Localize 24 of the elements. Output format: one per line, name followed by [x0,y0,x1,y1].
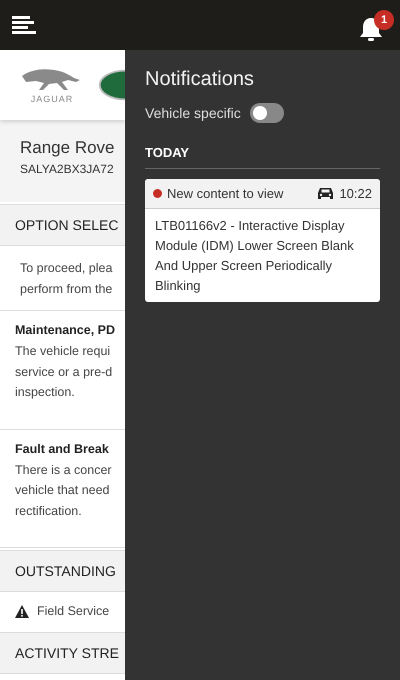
panel-title: Notifications [145,68,255,91]
vehicle-specific-toggle[interactable] [250,103,284,123]
warning-text: Field Service [37,604,110,618]
section-header[interactable]: ACTIVITY STRE [0,632,125,674]
section-header[interactable]: OUTSTANDING [0,550,125,592]
option-description: The vehicle requi service or a pre-d inspection. [15,343,114,401]
option-description: There is a concer vehicle that need rectification. [15,462,113,520]
notification-text: LTB01166v2 - Interactive Display Module (IDM) Lower Screen Blank And Upper Screen Periodically Blinking [154,217,355,295]
group-label: TODAY [145,145,380,169]
option-title[interactable]: Maintenance, PD [15,323,125,337]
option-title[interactable]: Fault and Break [15,442,125,456]
notification-time: 10:22 [339,186,372,201]
menu-icon[interactable] [12,16,37,34]
notification-badge: 1 [374,10,394,30]
notification-status: New content to view [167,186,284,201]
vehicle-vin: SALYA2BX3JA72 [20,162,115,176]
notification-card[interactable]: New content to view 10:22 LTB01166v2 - Interactive Display Module (IDM) Lower Screen Blank And Upper Screen Periodically Blinking [145,179,380,302]
warning-icon [15,604,29,618]
oval-logo-icon [98,68,125,102]
toggle-label: Vehicle specific [145,105,241,121]
brand-wordmark: JAGUAR [30,94,74,104]
vehicle-model: Range Rove [20,138,116,158]
car-icon [317,187,334,200]
section-header[interactable]: OPTION SELEC [0,204,125,246]
